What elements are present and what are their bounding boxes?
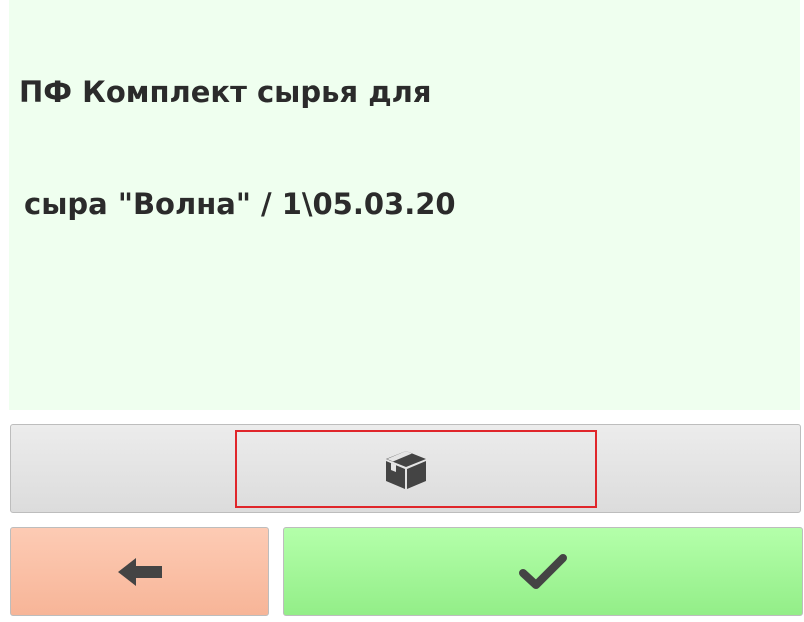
item-info-panel: ПФ Комплект сырья для сыра "Волна" / 1\0… — [9, 0, 800, 410]
item-title-line1: ПФ Комплект сырья для — [19, 75, 432, 109]
arrow-left-icon — [116, 556, 164, 588]
selection-highlight — [235, 430, 597, 508]
item-title-line2: сыра "Волна" / 1\05.03.20 — [24, 187, 456, 221]
confirm-button[interactable] — [283, 527, 803, 616]
item-title: ПФ Комплект сырья для сыра "Волна" / 1\0… — [19, 8, 790, 288]
checkmark-icon — [519, 552, 567, 592]
back-button[interactable] — [10, 527, 269, 616]
